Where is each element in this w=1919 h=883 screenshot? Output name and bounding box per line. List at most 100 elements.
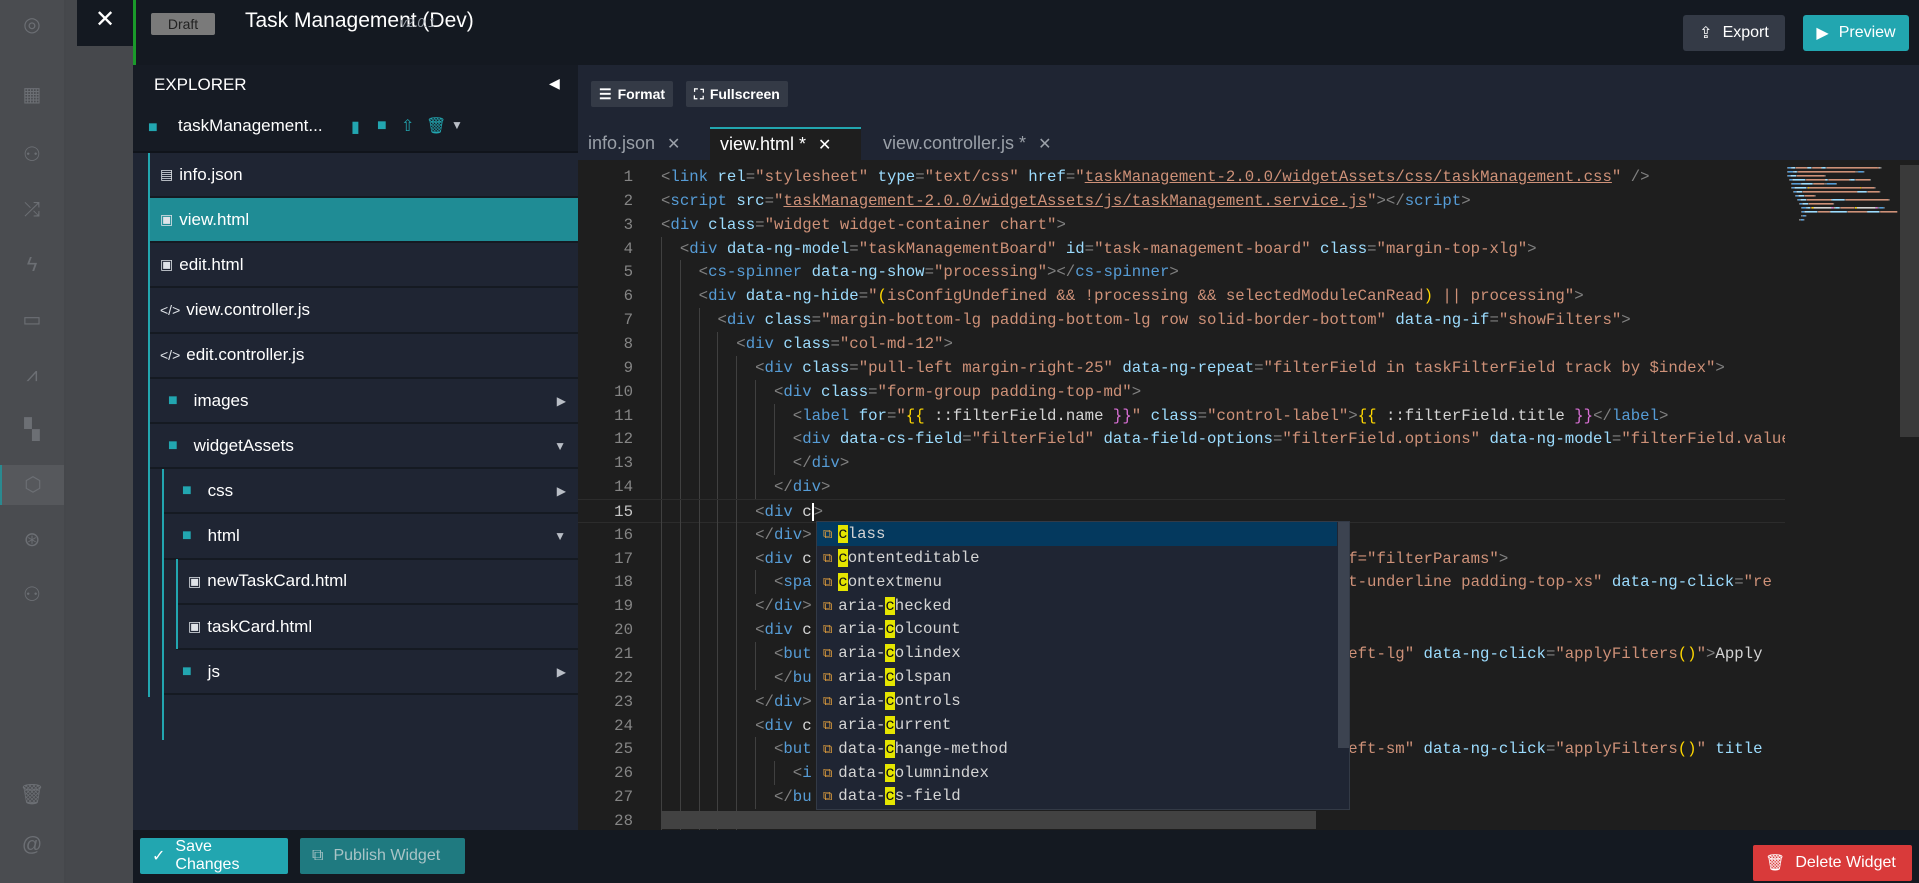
close-tab-icon[interactable]: ✕ (818, 135, 831, 155)
suggestion-pre: aria- (838, 715, 886, 734)
horizontal-scrollbar[interactable] (661, 811, 1316, 829)
code-token: data-ng-show (811, 263, 925, 282)
suggestion-item[interactable]: ⧉ contextmenu (817, 570, 1337, 594)
tree-item-view-html[interactable]: ▣ view.html (148, 198, 578, 244)
code-token: > (1574, 287, 1584, 306)
new-folder-icon[interactable]: ■ (377, 117, 387, 135)
code-content[interactable]: <div class="form-group padding-top-md"> (661, 379, 1785, 404)
suggestion-item[interactable]: ⧉ aria-checked (817, 594, 1337, 618)
code-content[interactable]: <div class="margin-bottom-lg padding-bot… (661, 308, 1785, 333)
code-content[interactable]: <link rel="stylesheet" type="text/css" h… (661, 165, 1785, 189)
vertical-scrollbar-thumb[interactable] (1900, 165, 1919, 437)
fullscreen-button[interactable]: ⛶ Fullscreen (686, 81, 788, 107)
root-folder-row[interactable]: ■ taskManagement... ▮ ■ ⇧ 🗑 ▼ (133, 103, 578, 153)
tab-view-controller-js[interactable]: view.controller.js * ✕ (873, 127, 1063, 160)
code-content[interactable]: <div class="col-md-12"> (661, 331, 1785, 356)
chevron-right-icon[interactable]: ▶ (557, 394, 566, 408)
indent-guide (679, 427, 681, 452)
suggestion-item[interactable]: ⧉ class (817, 522, 1337, 546)
code-token: type (877, 168, 916, 186)
chevron-down-icon[interactable]: ▼ (554, 529, 566, 543)
tree-item-js[interactable]: ■ js ▶ (162, 650, 578, 696)
chevron-right-icon[interactable]: ▶ (557, 665, 566, 679)
tree-item-label: edit.controller.js (186, 345, 305, 365)
html5-icon: ▣ (188, 618, 202, 634)
minimap-token (1791, 183, 1792, 185)
minimap-token (1867, 191, 1880, 193)
line-number: 5 (623, 263, 633, 282)
minimap-token (1863, 171, 1865, 173)
suggestion-item[interactable]: ⧉ data-change-method (817, 737, 1337, 761)
tree-item-edit-html[interactable]: ▣ edit.html (148, 243, 578, 289)
code-token: class (1320, 239, 1368, 258)
minimap-token (1798, 195, 1800, 197)
tab-info-json[interactable]: info.json ✕ (578, 127, 700, 160)
delete-icon[interactable]: 🗑 (426, 116, 446, 136)
code-token: label (1611, 406, 1659, 425)
code-content[interactable]: </div> (661, 451, 1785, 476)
suggestion-item[interactable]: ⧉ data-columnindex (817, 761, 1337, 785)
code-content[interactable]: <cs-spinner data-ng-show="processing"></… (661, 260, 1785, 285)
code-token: < (773, 645, 784, 663)
save-changes-button[interactable]: ✓ Save Changes (140, 838, 288, 874)
code-content[interactable]: <div class="widget widget-container char… (661, 213, 1785, 237)
new-file-icon[interactable]: ▮ (351, 117, 360, 137)
preview-button[interactable]: ▶ Preview (1803, 15, 1909, 51)
minimap-token (1799, 203, 1803, 205)
chevron-right-icon[interactable]: ▶ (557, 484, 566, 498)
indent-guide (698, 737, 700, 762)
tree-item-taskCard-html[interactable]: ▣ taskCard.html (176, 605, 578, 650)
suggestion-item[interactable]: ⧉ aria-colcount (817, 617, 1337, 641)
tree-item-widgetAssets[interactable]: ■ widgetAssets ▼ (148, 424, 578, 470)
minimap-token (1799, 203, 1800, 205)
code-content[interactable]: <label for="{{ ::filterField.name }}" cl… (661, 403, 1785, 428)
indent-guide (736, 665, 738, 690)
indent-guide (717, 379, 719, 404)
code-text: <div class="pull-left margin-right-25" d… (755, 359, 1725, 377)
tree-item-edit-controller-js[interactable]: </> edit.controller.js (148, 334, 578, 379)
suggestion-item[interactable]: ⧉ contenteditable (817, 546, 1337, 570)
suggestion-item[interactable]: ⧉ aria-current (817, 713, 1337, 737)
autocomplete-scrollbar[interactable] (1338, 522, 1349, 748)
format-button[interactable]: ☰ Format (591, 81, 674, 107)
code-line: 12 <div data-cs-field="filterField" data-… (578, 427, 1785, 452)
code-content[interactable]: <div data-ng-model="taskManagementBoard"… (661, 236, 1785, 261)
code-content[interactable]: <div data-ng-hide="(isConfigUndefined &&… (661, 284, 1785, 309)
chevron-down-icon[interactable]: ▼ (451, 118, 463, 132)
chevron-down-icon[interactable]: ▼ (554, 439, 566, 453)
close-button[interactable]: ✕ (77, 0, 133, 46)
suggestion-item[interactable]: ⧉ aria-controls (817, 689, 1337, 713)
close-tab-icon[interactable]: ✕ (1038, 134, 1051, 154)
minimap-token (1787, 175, 1788, 177)
tree-item-info-json[interactable]: ▤ info.json (148, 153, 578, 198)
suggestion-post: hecked (894, 596, 952, 615)
code-content[interactable]: <div class="pull-left margin-right-25" d… (661, 355, 1785, 380)
code-content[interactable]: <div data-cs-field="filterField" data-fi… (661, 427, 1785, 452)
tab-view-html[interactable]: view.html * ✕ (710, 127, 861, 160)
code-content[interactable]: </div> (661, 475, 1785, 500)
line-number: 23 (614, 692, 633, 711)
code-token: /> (1630, 168, 1650, 186)
collapse-explorer-icon[interactable]: ◀ (549, 75, 560, 92)
indent-guide (736, 403, 738, 428)
tree-item-newTaskCard-html[interactable]: ▣ newTaskCard.html (176, 560, 578, 605)
suggestion-item[interactable]: ⧉ aria-colspan (817, 665, 1337, 689)
indent-guide (736, 618, 738, 643)
tree-item-images[interactable]: ■ images ▶ (148, 379, 578, 424)
delete-widget-button[interactable]: 🗑 Delete Widget (1753, 845, 1912, 881)
suggestion-item[interactable]: ⧉ data-cs-field (817, 784, 1337, 808)
export-button[interactable]: ⇪ Export (1683, 15, 1785, 51)
minimap-token (1805, 211, 1818, 213)
minimap-token (1834, 207, 1836, 209)
close-tab-icon[interactable]: ✕ (667, 134, 680, 154)
code-text: <div class="widget widget-container char… (661, 216, 1066, 234)
publish-widget-button[interactable]: ⧉ Publish Widget (300, 838, 465, 874)
minimap[interactable] (1787, 165, 1900, 465)
minimap-token (1796, 175, 1797, 177)
tree-item-view-controller-js[interactable]: </> view.controller.js (148, 289, 578, 334)
code-content[interactable]: <script src="taskManagement-2.0.0/widget… (661, 189, 1785, 213)
tree-item-html[interactable]: ■ html ▼ (162, 515, 578, 560)
upload-icon[interactable]: ⇧ (401, 116, 414, 136)
suggestion-item[interactable]: ⧉ aria-colindex (817, 641, 1337, 665)
tree-item-css[interactable]: ■ css ▶ (162, 469, 578, 515)
